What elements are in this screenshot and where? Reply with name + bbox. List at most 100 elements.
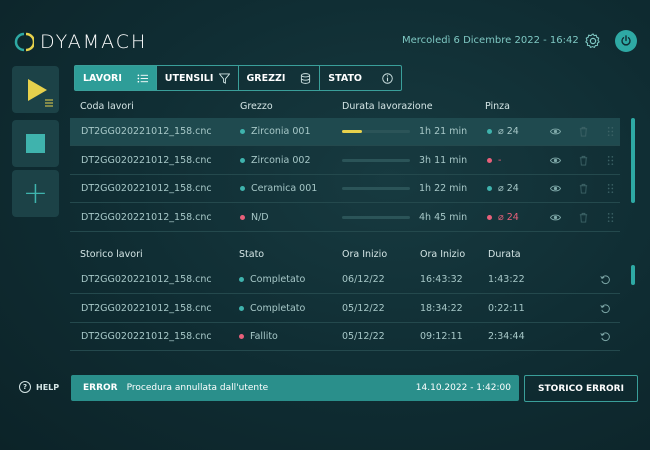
- queue-duration: 1h 22 min: [419, 183, 468, 194]
- trash-icon[interactable]: [578, 126, 589, 137]
- trash-icon[interactable]: [578, 212, 589, 223]
- restore-icon[interactable]: [600, 274, 611, 285]
- eye-icon[interactable]: [550, 155, 561, 166]
- queue-duration: 1h 21 min: [419, 126, 468, 137]
- queue-grezzo: Ceramica 001: [240, 175, 317, 202]
- pinza-status-dot: [487, 129, 492, 134]
- database-icon: [301, 72, 311, 84]
- drag-handle-icon[interactable]: [605, 155, 616, 166]
- queue-grezzo: Zirconia 002: [240, 147, 311, 174]
- error-message: Procedura annullata dall'utente: [126, 383, 269, 393]
- progress-bar: [342, 158, 410, 162]
- history-time: 09:12:11: [420, 331, 463, 342]
- logo-mark-icon: [14, 32, 34, 52]
- history-duration: 0:22:11: [488, 302, 525, 314]
- history-stato: Fallito: [239, 323, 278, 350]
- col-header-pinza: Pinza: [485, 101, 510, 112]
- history-time: 18:34:22: [420, 302, 463, 314]
- queue-duration: 3h 11 min: [419, 154, 468, 166]
- queue-row[interactable]: DT2GG020221012_158.cnc Zirconia 001 1h 2…: [70, 118, 620, 146]
- history-duration: 1:43:22: [488, 274, 525, 285]
- brand-logo: DYAMACH: [14, 30, 147, 54]
- history-date: 05/12/22: [342, 331, 385, 342]
- queue-grezzo: N/D: [240, 204, 269, 231]
- restore-icon[interactable]: [600, 331, 611, 342]
- queue-pinza: ⌀ 24: [487, 175, 519, 202]
- queue-grezzo: Zirconia 001: [240, 118, 311, 145]
- power-icon: [621, 35, 631, 46]
- queue-pinza: ⌀ 24: [487, 204, 519, 231]
- col-header-start-time: Ora Inizio: [420, 249, 466, 260]
- power-button[interactable]: [615, 30, 637, 52]
- queue-row[interactable]: DT2GG020221012_158.cnc Ceramica 001 1h 2…: [70, 175, 620, 203]
- history-file-name: DT2GG020221012_158.cnc: [81, 331, 212, 342]
- error-type: ERROR: [83, 383, 118, 393]
- history-row[interactable]: DT2GG020221012_158.cnc Fallito 05/12/22 …: [70, 323, 620, 351]
- funnel-icon: [218, 72, 230, 84]
- tab-utensili[interactable]: UTENSILI: [157, 66, 239, 90]
- col-header-grezzo: Grezzo: [240, 101, 273, 112]
- history-date: 06/12/22: [342, 274, 385, 285]
- eye-icon[interactable]: [550, 126, 561, 137]
- stato-status-dot: [239, 277, 244, 282]
- queue-duration: 4h 45 min: [419, 211, 468, 223]
- col-header-history-file: Storico lavori: [80, 249, 143, 260]
- queue-file-name: DT2GG020221012_158.cnc: [81, 126, 212, 137]
- history-stato: Completato: [239, 295, 305, 322]
- error-time: 14.10.2022 - 1:42:00: [415, 383, 511, 393]
- col-header-start-date: Ora Inizio: [342, 249, 388, 260]
- start-queue-button[interactable]: [12, 66, 59, 113]
- history-row[interactable]: DT2GG020221012_158.cnc Completato 05/12/…: [70, 295, 620, 323]
- question-icon: ?: [19, 381, 31, 393]
- eye-icon[interactable]: [550, 183, 561, 194]
- list-icon: [137, 73, 148, 83]
- queue-file-name: DT2GG020221012_158.cnc: [81, 183, 212, 194]
- history-scrollbar[interactable]: [631, 265, 635, 285]
- progress-bar: [342, 215, 410, 219]
- pinza-status-dot: [487, 214, 492, 220]
- history-row[interactable]: DT2GG020221012_158.cnc Completato 06/12/…: [70, 266, 620, 294]
- progress-bar: [342, 130, 410, 133]
- history-duration: 2:34:44: [488, 331, 525, 342]
- grezzo-status-dot: [240, 214, 245, 220]
- pinza-status-dot: [487, 157, 492, 163]
- help-button[interactable]: ? HELP: [19, 381, 59, 393]
- queue-row[interactable]: DT2GG020221012_158.cnc N/D 4h 45 min ⌀ 2…: [70, 204, 620, 232]
- queue-scrollbar[interactable]: [631, 118, 635, 203]
- tab-grezzi[interactable]: GREZZI: [239, 66, 321, 90]
- history-file-name: DT2GG020221012_158.cnc: [81, 302, 212, 314]
- drag-handle-icon[interactable]: [605, 126, 616, 137]
- drag-handle-icon[interactable]: [605, 183, 616, 194]
- history-date: 05/12/22: [342, 302, 385, 314]
- queue-list-icon: [45, 99, 53, 107]
- col-header-file: Coda lavori: [80, 101, 134, 112]
- col-header-stato: Stato: [239, 249, 265, 260]
- help-label: HELP: [36, 382, 60, 392]
- stop-icon: [26, 134, 45, 153]
- queue-pinza: -: [487, 147, 501, 174]
- history-stato: Completato: [239, 266, 305, 293]
- stato-status-dot: [239, 334, 244, 339]
- col-header-history-duration: Durata: [488, 249, 521, 260]
- queue-row[interactable]: DT2GG020221012_158.cnc Zirconia 002 3h 1…: [70, 147, 620, 175]
- add-job-button[interactable]: +: [12, 170, 59, 217]
- play-icon: [28, 78, 47, 101]
- current-datetime: Mercoledì 6 Dicembre 2022 - 16:42: [402, 35, 579, 46]
- tab-lavori[interactable]: LAVORI: [75, 66, 157, 90]
- queue-pinza: ⌀ 24: [487, 118, 519, 145]
- grezzo-status-dot: [240, 157, 245, 163]
- gear-icon[interactable]: [584, 32, 602, 50]
- restore-icon[interactable]: [600, 303, 611, 314]
- error-history-button[interactable]: STORICO ERRORI: [524, 375, 638, 402]
- history-time: 16:43:32: [420, 274, 463, 285]
- tab-stato[interactable]: STATO: [320, 66, 401, 90]
- trash-icon[interactable]: [578, 183, 589, 194]
- eye-icon[interactable]: [550, 212, 561, 223]
- pinza-status-dot: [487, 186, 492, 191]
- stato-status-dot: [239, 305, 244, 311]
- progress-bar: [342, 187, 410, 190]
- grezzo-status-dot: [240, 186, 245, 191]
- stop-button[interactable]: [12, 120, 59, 167]
- trash-icon[interactable]: [578, 155, 589, 166]
- drag-handle-icon[interactable]: [605, 212, 616, 223]
